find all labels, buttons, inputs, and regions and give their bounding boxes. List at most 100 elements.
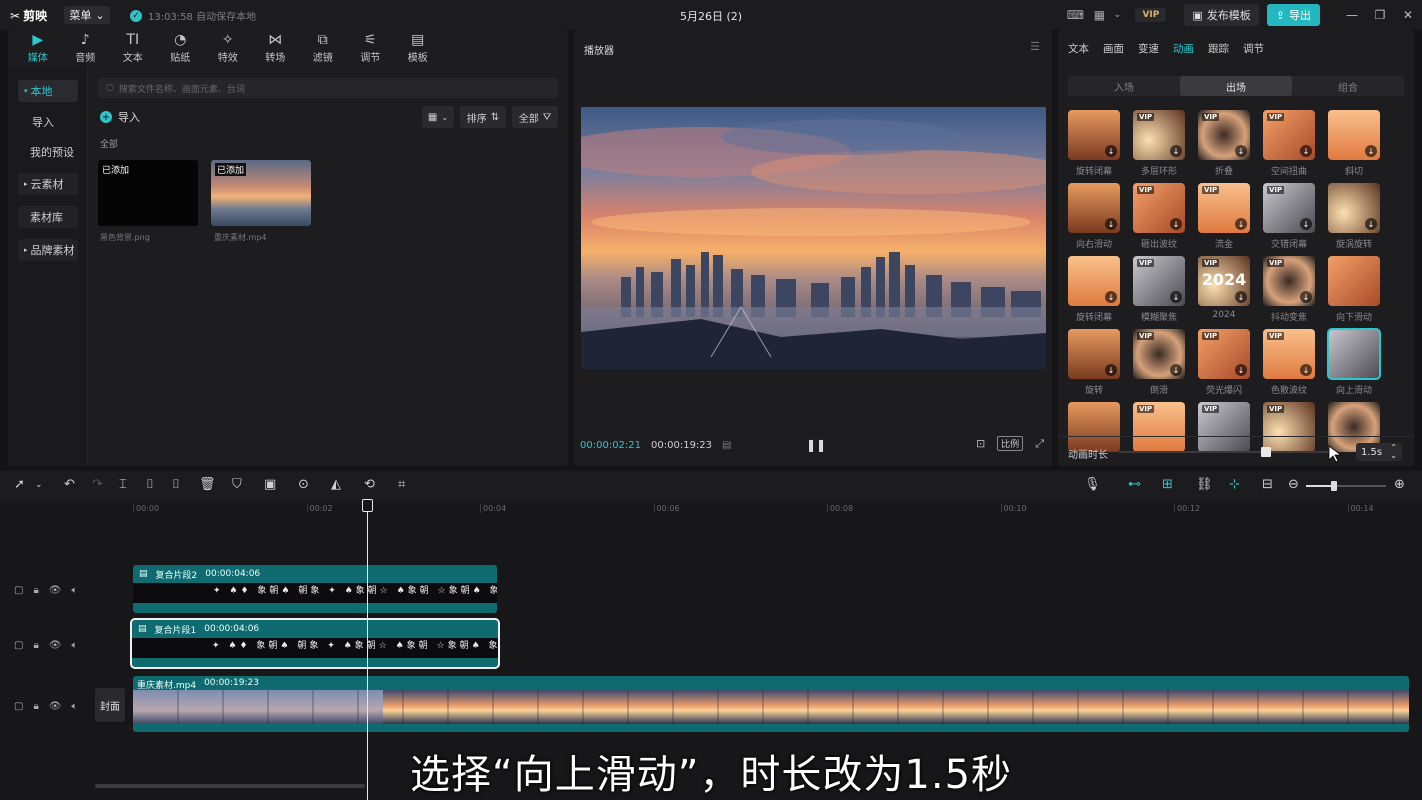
rotate-icon[interactable]: ⟲ xyxy=(364,477,375,492)
download-icon[interactable]: ↓ xyxy=(1300,291,1312,303)
download-icon[interactable]: ↓ xyxy=(1300,145,1312,157)
eye-icon[interactable]: 👁︎ xyxy=(49,640,62,651)
download-icon[interactable]: ↓ xyxy=(1235,364,1247,376)
tab-audio[interactable]: ♪ 音频 xyxy=(62,30,110,66)
sidebar-item-presets[interactable]: 我的预设 xyxy=(18,141,78,163)
animation-item[interactable]: ↓ 向右滑动 xyxy=(1068,183,1120,253)
lock-icon[interactable]: 🔒︎ xyxy=(33,640,38,651)
animation-item[interactable]: VIP ↓ 多层环形 xyxy=(1133,110,1185,180)
download-icon[interactable]: ↓ xyxy=(1365,145,1377,157)
tab-sticker[interactable]: ◔ 贴纸 xyxy=(157,30,205,66)
auto-snap-icon[interactable]: ⊞ xyxy=(1162,477,1173,492)
pause-button[interactable]: ❚❚ xyxy=(806,438,826,452)
zoom-slider-knob[interactable] xyxy=(1331,481,1337,491)
speaker-icon[interactable]: 🔈︎ xyxy=(71,701,77,712)
zoom-in-icon[interactable]: ⊕ xyxy=(1394,477,1405,492)
download-icon[interactable]: ↓ xyxy=(1170,218,1182,230)
download-icon[interactable]: ↓ xyxy=(1105,145,1117,157)
eye-icon[interactable]: 👁︎ xyxy=(49,701,62,712)
media-thumbnail-black[interactable]: 已添加 xyxy=(98,160,198,226)
lock-icon[interactable]: 🔒︎ xyxy=(33,585,38,596)
download-icon[interactable]: ↓ xyxy=(1365,218,1377,230)
download-icon[interactable]: ↓ xyxy=(1300,218,1312,230)
download-icon[interactable]: ↓ xyxy=(1170,291,1182,303)
animation-item[interactable]: VIP ↓ 荧光爆闪 xyxy=(1198,329,1250,399)
download-icon[interactable]: ↓ xyxy=(1105,218,1117,230)
stepper-arrows-icon[interactable]: ⌃ ⌄ xyxy=(1390,444,1397,460)
waveform-icon[interactable]: ▤ xyxy=(722,440,731,451)
tab-property-0[interactable]: 文本 xyxy=(1068,41,1089,56)
animation-item[interactable]: VIP ↓ 色散波纹 xyxy=(1263,329,1315,399)
sidebar-item-local[interactable]: ▾ 本地 xyxy=(18,80,78,102)
animation-item[interactable]: VIP ↓ 流金 xyxy=(1198,183,1250,253)
zoom-slider[interactable] xyxy=(1306,481,1386,491)
export-button[interactable]: ⇪ 导出 xyxy=(1266,4,1320,26)
import-button[interactable]: + 导入 xyxy=(100,108,150,126)
tab-property-2[interactable]: 变速 xyxy=(1138,41,1159,56)
split-right-icon[interactable]: ⌷ xyxy=(172,477,180,492)
animation-item[interactable]: ↓ 旋转 xyxy=(1068,329,1120,399)
speaker-icon[interactable]: 🔈︎ xyxy=(71,640,77,651)
playhead-handle[interactable] xyxy=(362,499,373,512)
download-icon[interactable]: ↓ xyxy=(1235,145,1247,157)
select-cursor-icon[interactable]: ➚ xyxy=(14,477,25,492)
freeze-frame-icon[interactable]: ▣ xyxy=(264,477,276,492)
track-select-icon[interactable]: ▢ xyxy=(14,585,23,596)
animation-item[interactable]: ↓ 旋转闭幕 xyxy=(1068,256,1120,326)
eye-icon[interactable]: 👁︎ xyxy=(49,585,62,596)
mirror-icon[interactable]: ◭ xyxy=(331,477,341,492)
view-mode-button[interactable]: ▦ ⌄ xyxy=(422,106,454,128)
download-icon[interactable]: ↓ xyxy=(1105,291,1117,303)
split-left-icon[interactable]: ⌷ xyxy=(146,477,154,492)
undo-icon[interactable]: ↶ xyxy=(64,477,75,492)
speaker-icon[interactable]: 🔈︎ xyxy=(71,585,77,596)
redo-icon[interactable]: ↷ xyxy=(92,477,103,492)
layout-icon[interactable]: ▦ xyxy=(1087,0,1111,30)
duration-slider[interactable] xyxy=(1118,447,1338,457)
tab-property-5[interactable]: 调节 xyxy=(1243,41,1264,56)
segment-2[interactable]: 组合 xyxy=(1292,76,1404,96)
link-icon[interactable]: ⛓ xyxy=(1196,477,1213,492)
ratio-button[interactable]: 比例 xyxy=(997,436,1024,451)
tab-adjust[interactable]: ⚟ 调节 xyxy=(347,30,395,66)
animation-item[interactable]: ↓ 旋转闭幕 xyxy=(1068,110,1120,180)
close-icon[interactable]: ✕ xyxy=(1394,8,1422,22)
segment-1[interactable]: 出场 xyxy=(1180,76,1292,96)
sidebar-item-import[interactable]: 导入 xyxy=(18,111,78,133)
sidebar-item-library[interactable]: 素材库 xyxy=(18,206,78,228)
chevron-down-icon[interactable]: ⌄ xyxy=(35,480,43,490)
hamburger-menu-icon[interactable]: ☰ xyxy=(1030,40,1040,53)
delete-icon[interactable]: 🗑︎ xyxy=(199,477,216,492)
duration-stepper[interactable]: 1.5s ⌃ ⌄ xyxy=(1356,443,1402,461)
segment-0[interactable]: 入场 xyxy=(1068,76,1180,96)
tab-property-4[interactable]: 跟踪 xyxy=(1208,41,1229,56)
slider-end-handle[interactable] xyxy=(1264,447,1271,457)
minimize-icon[interactable]: — xyxy=(1338,8,1366,22)
tab-effects[interactable]: ✧ 特效 xyxy=(204,30,252,66)
animation-item[interactable]: VIP ↓ 折叠 xyxy=(1198,110,1250,180)
video-preview[interactable] xyxy=(581,107,1046,369)
publish-template-button[interactable]: ▣ 发布模板 xyxy=(1184,4,1259,26)
main-track-magnet-icon[interactable]: ⊷ xyxy=(1128,477,1141,492)
reverse-play-icon[interactable]: ⊙ xyxy=(298,477,309,492)
animation-item[interactable]: VIP 2024 ↓ 2024 xyxy=(1198,256,1250,326)
preview-axis-icon[interactable]: ⊹ xyxy=(1229,477,1240,492)
tab-text[interactable]: TI 文本 xyxy=(109,30,157,66)
tab-property-3[interactable]: 动画 xyxy=(1173,41,1194,56)
animation-item[interactable]: VIP ↓ 空间扭曲 xyxy=(1263,110,1315,180)
animation-item[interactable]: 向下滑动 xyxy=(1328,256,1380,326)
animation-item[interactable]: ↓ 斜切 xyxy=(1328,110,1380,180)
animation-item[interactable]: 向上滑动 xyxy=(1327,328,1381,399)
crop-icon[interactable]: ⌗ xyxy=(398,477,405,492)
shield-icon[interactable]: ⛉ xyxy=(232,477,242,492)
tab-media[interactable]: ▶ 媒体 xyxy=(14,30,62,66)
animation-item[interactable]: VIP ↓ 模糊聚焦 xyxy=(1133,256,1185,326)
download-icon[interactable]: ↓ xyxy=(1235,291,1247,303)
lock-icon[interactable]: 🔒︎ xyxy=(33,701,38,712)
media-thumbnail-video[interactable]: 已添加 xyxy=(211,160,311,226)
cover-button[interactable]: 封面 xyxy=(95,688,125,722)
sidebar-item-brand[interactable]: ▸ 品牌素材 xyxy=(18,239,78,261)
tab-transition[interactable]: ⋈ 转场 xyxy=(252,30,300,66)
screenshot-icon[interactable]: ⊡ xyxy=(976,437,985,450)
zoom-out-icon[interactable]: ⊖ xyxy=(1288,477,1299,492)
